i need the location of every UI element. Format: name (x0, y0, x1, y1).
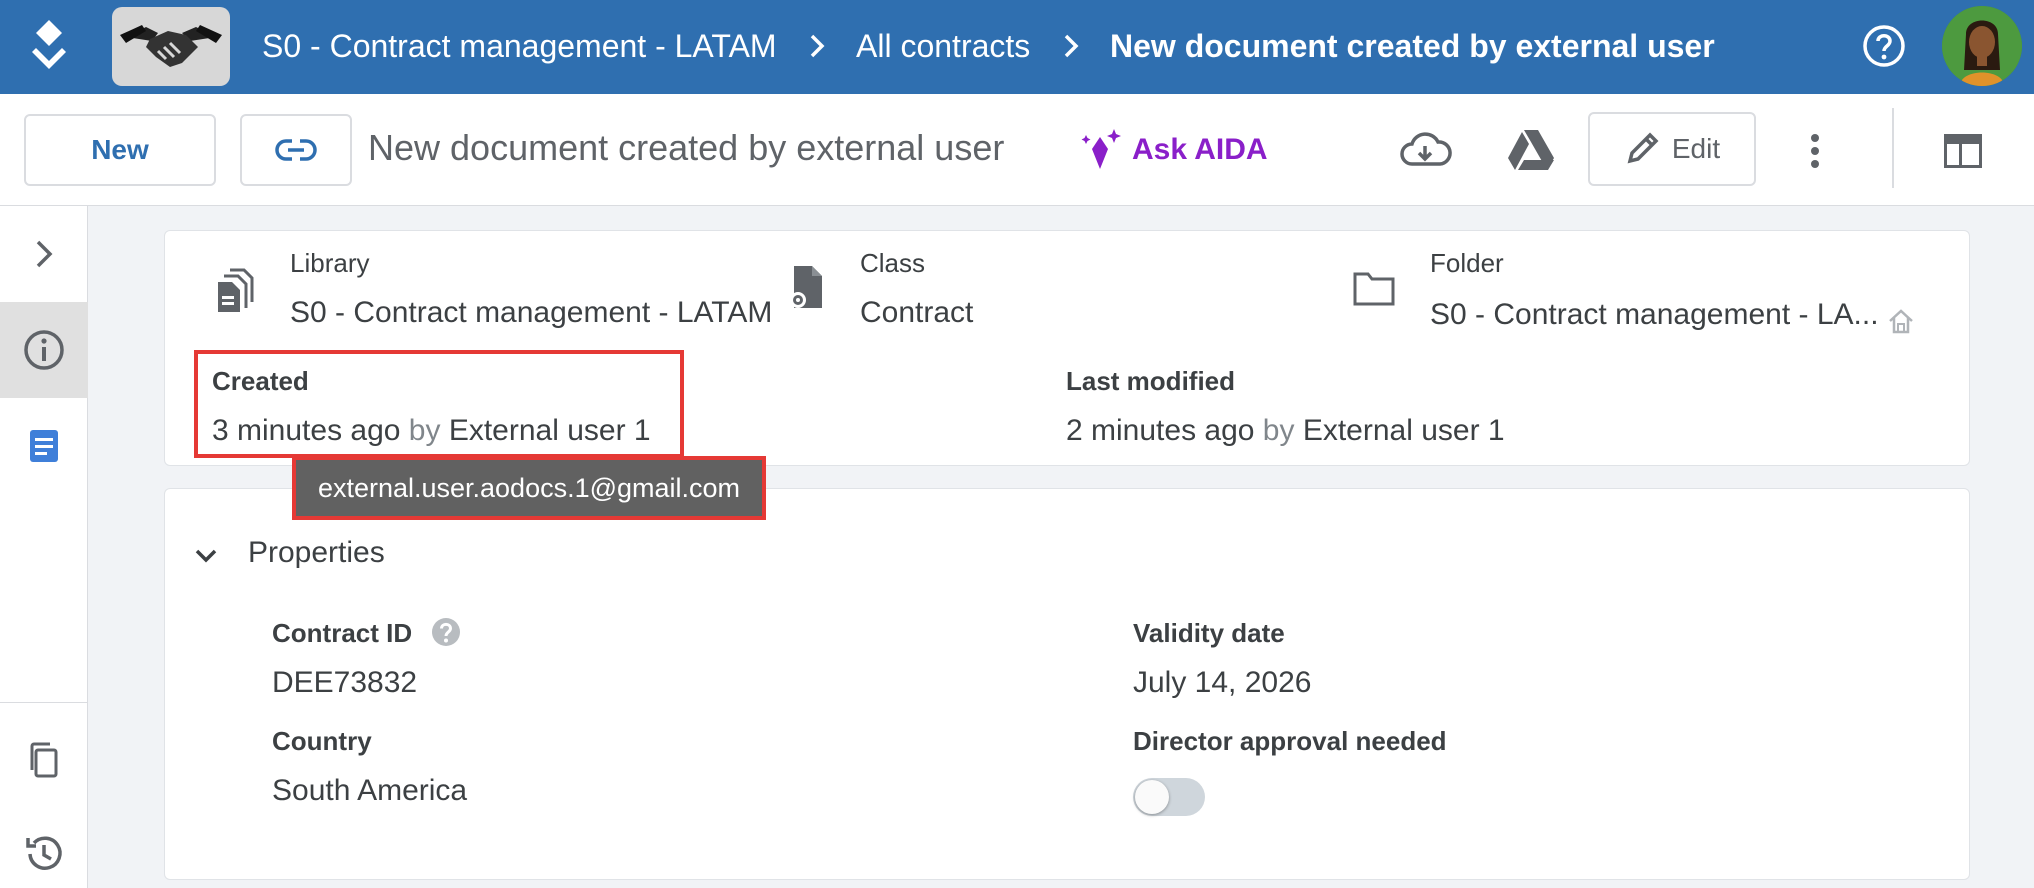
last-modified-value: 2 minutes ago by External user 1 (1066, 414, 1505, 448)
breadcrumb-library[interactable]: S0 - Contract management - LATAM (262, 26, 777, 66)
breadcrumb-current: New document created by external user (1110, 28, 1715, 64)
chevron-right-icon (1064, 34, 1079, 58)
class-label: Class (860, 248, 926, 278)
help-icon[interactable] (1862, 24, 1906, 68)
layout-icon[interactable] (1936, 124, 1990, 178)
help-circle-icon[interactable] (430, 616, 462, 648)
properties-card (164, 488, 1970, 880)
chevron-right-icon (810, 34, 825, 58)
properties-title[interactable]: Properties (248, 536, 385, 570)
director-approval-toggle[interactable] (1133, 778, 1205, 816)
breadcrumb-view[interactable]: All contracts (856, 26, 1030, 66)
document-toolbar: New New document created by external use… (0, 94, 2034, 206)
expand-rail-button[interactable] (0, 206, 88, 302)
google-drive-icon[interactable] (1504, 124, 1558, 178)
aodocs-logo-icon[interactable] (24, 18, 74, 76)
rail-document[interactable] (0, 398, 88, 494)
side-rail (0, 206, 88, 888)
library-label: Library (290, 248, 370, 278)
edit-label: Edit (1671, 133, 1721, 164)
new-button[interactable]: New (24, 114, 216, 186)
folder-icon (1353, 272, 1395, 306)
validity-date-value: July 14, 2026 (1133, 666, 1312, 699)
chevron-down-icon[interactable] (190, 540, 222, 572)
director-approval-label: Director approval needed (1133, 726, 1447, 756)
cloud-download-icon[interactable] (1398, 124, 1452, 178)
ask-aida-label: Ask AIDA (1132, 133, 1268, 166)
document-title: New document created by external user (368, 127, 1005, 168)
rail-history[interactable] (0, 806, 88, 888)
history-icon (26, 836, 62, 870)
library-value[interactable]: S0 - Contract management - LATAM (290, 296, 772, 330)
class-file-icon (790, 266, 822, 308)
created-highlight-box (194, 350, 684, 458)
more-vert-icon[interactable] (1788, 124, 1842, 178)
avatar[interactable] (1942, 6, 2022, 86)
sparkle-icon (1081, 129, 1121, 169)
last-modified-label: Last modified (1066, 366, 1236, 396)
edit-button[interactable]: Edit (1588, 112, 1756, 186)
country-value: South America (272, 774, 468, 807)
link-icon (275, 139, 317, 161)
folder-value[interactable]: S0 - Contract management - LA... (1430, 298, 1879, 332)
rail-versions[interactable] (0, 712, 88, 808)
info-icon (24, 330, 64, 370)
modified-by-word: by (1262, 414, 1295, 447)
chevron-right-icon (36, 240, 53, 268)
library-icon (218, 268, 254, 312)
home-icon[interactable] (1886, 306, 1916, 336)
toggle-knob (1135, 780, 1169, 814)
rail-divider (0, 702, 88, 703)
handshake-icon (112, 7, 230, 86)
document-icon (30, 430, 58, 462)
contract-id-label: Contract ID (272, 618, 413, 648)
contract-id-value: DEE73832 (272, 666, 418, 699)
rail-info[interactable] (0, 302, 88, 398)
copy-link-button[interactable] (240, 114, 352, 186)
class-value: Contract (860, 296, 974, 329)
modified-when: 2 minutes ago (1066, 414, 1255, 447)
toolbar-divider (1892, 108, 1894, 188)
country-label: Country (272, 726, 372, 756)
folder-label: Folder (1430, 248, 1504, 278)
validity-date-label: Validity date (1133, 618, 1285, 648)
top-bar: S0 - Contract management - LATAM All con… (0, 0, 2034, 94)
copy-icon (30, 742, 58, 778)
modified-by-user[interactable]: External user 1 (1303, 414, 1505, 447)
pencil-icon (1627, 132, 1659, 164)
email-tooltip: external.user.aodocs.1@gmail.com (292, 456, 766, 520)
ask-aida-button[interactable]: Ask AIDA (1078, 122, 1268, 178)
